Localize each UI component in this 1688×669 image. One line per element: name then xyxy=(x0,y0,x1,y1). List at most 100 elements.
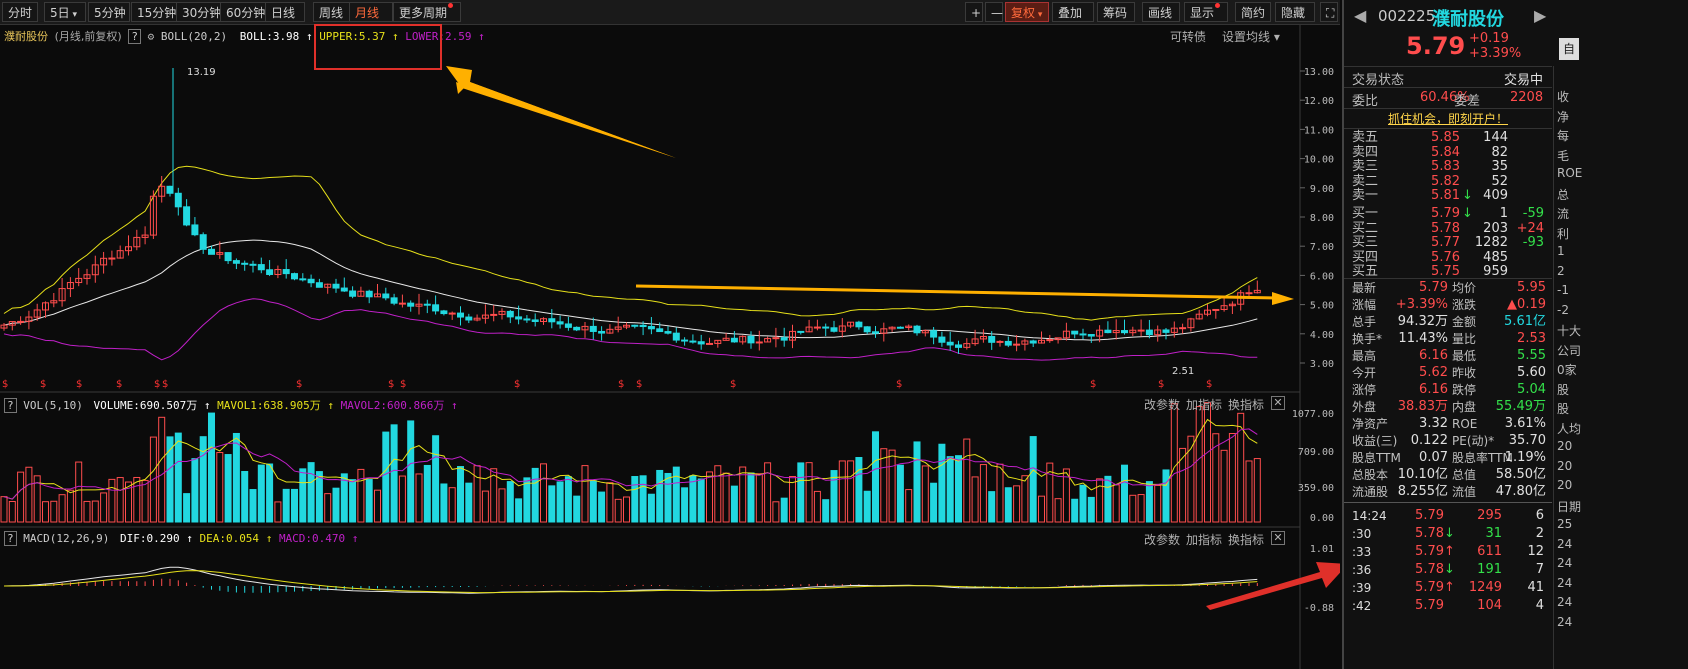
side-button[interactable]: 自 xyxy=(1559,38,1579,60)
period-button-8[interactable]: 月线 xyxy=(349,2,393,22)
period-button-0[interactable]: 分时 xyxy=(2,2,38,22)
bid-row[interactable]: 买三 5.77 1282 -93 xyxy=(1344,235,1552,251)
tool-button-7[interactable]: 简约 xyxy=(1235,2,1271,22)
tool-button-4[interactable]: 筹码 xyxy=(1097,2,1135,22)
candle-body xyxy=(407,302,415,307)
f10-label: 利 xyxy=(1557,226,1570,241)
help-icon[interactable]: ? xyxy=(128,29,141,44)
volume-bar xyxy=(1228,432,1236,523)
vol-add-indicator-button[interactable]: 加指标 xyxy=(1186,396,1222,413)
tool-button-2[interactable]: 复权 ▾ xyxy=(1005,2,1049,22)
ask-row[interactable]: 卖一 5.81 ↓ 409 xyxy=(1344,188,1552,204)
volume-bar xyxy=(921,465,929,523)
volume-bar xyxy=(1162,469,1170,523)
tick-row[interactable]: :42 5.79 104 4 xyxy=(1344,598,1552,614)
macd-switch-indicator-button[interactable]: 换指标 xyxy=(1228,531,1264,548)
price-axis-label: 3.00 xyxy=(1310,359,1334,370)
bid-row[interactable]: 买二 5.78 203 +24 xyxy=(1344,221,1552,237)
vol-switch-indicator-button[interactable]: 换指标 xyxy=(1228,396,1264,413)
dividend-marker-icon: $ xyxy=(636,379,642,390)
bid-row[interactable]: 买四 5.76 485 xyxy=(1344,250,1552,266)
kline-chart[interactable]: 13.00 12.00 11.00 10.00 9.00 8.00 7.00 6.00 5.00… xyxy=(0,25,1340,669)
candle-body xyxy=(315,282,323,288)
macd-add-indicator-button[interactable]: 加指标 xyxy=(1186,531,1222,548)
volume-bar xyxy=(697,478,705,523)
stat-row[interactable]: 总股本 10.10亿 总值 58.50亿 xyxy=(1344,467,1552,483)
tick-row[interactable]: 14:24 5.79 295 6 xyxy=(1344,508,1552,524)
stat-row[interactable]: 流通股 8.255亿 流值 47.80亿 xyxy=(1344,484,1552,500)
tool-button-9[interactable]: ⛶ xyxy=(1320,2,1338,22)
vol-edit-params-button[interactable]: 改参数 xyxy=(1144,396,1180,413)
macd-indicator-name[interactable]: MACD(12,26,9) xyxy=(23,532,109,545)
price-axis-label: 11.00 xyxy=(1304,125,1334,136)
tool-button-1[interactable]: — xyxy=(985,2,1003,22)
volume-bar xyxy=(415,473,423,523)
stat-row[interactable]: 股息TTM 0.07 股息率TTM 1.19% xyxy=(1344,450,1552,466)
volume-bar xyxy=(17,471,25,523)
stat-row[interactable]: 涨幅 +3.39% 涨跌 ▲0.19 xyxy=(1344,297,1552,313)
stat-row[interactable]: 涨停 6.16 跌停 5.04 xyxy=(1344,382,1552,398)
candle-body xyxy=(432,304,440,312)
stat-row[interactable]: 净资产 3.32 ROE 3.61% xyxy=(1344,416,1552,432)
gear-icon[interactable]: ⚙ xyxy=(148,30,155,43)
ask-row[interactable]: 卖二 5.82 52 xyxy=(1344,174,1552,190)
period-button-2[interactable]: 5分钟 xyxy=(88,2,130,22)
tool-button-6[interactable]: 显示 xyxy=(1184,2,1228,22)
period-button-7[interactable]: 周线 xyxy=(313,2,351,22)
close-icon[interactable]: ✕ xyxy=(1271,396,1285,410)
tick-row[interactable]: :30 5.78 ↓ 31 2 xyxy=(1344,526,1552,542)
volume-bar xyxy=(42,501,49,523)
volume-bar xyxy=(838,460,846,523)
set-ma-link[interactable]: 设置均线 ▾ xyxy=(1222,28,1280,45)
candle-body xyxy=(681,339,689,342)
period-button-3[interactable]: 15分钟 xyxy=(131,2,181,22)
convertible-bond-link[interactable]: 可转债 xyxy=(1170,28,1206,45)
period-button-6[interactable]: 日线 xyxy=(265,2,305,22)
volume-bar xyxy=(581,465,589,523)
tool-button-0[interactable]: + xyxy=(965,2,983,22)
stat-row[interactable]: 今开 5.62 昨收 5.60 xyxy=(1344,365,1552,381)
back-chevron-icon[interactable]: ◀ xyxy=(1354,6,1366,25)
ask-row[interactable]: 卖四 5.84 82 xyxy=(1344,145,1552,161)
f10-label: 20 xyxy=(1557,439,1573,453)
vol-indicator-name[interactable]: VOL(5,10) xyxy=(23,399,83,412)
open-account-promo-link[interactable]: 抓住机会，即刻开户！ xyxy=(1388,110,1508,127)
tick-row[interactable]: :39 5.79 ↑ 1249 41 xyxy=(1344,580,1552,596)
stock-name-label: 濮耐股份 xyxy=(4,30,48,43)
tool-button-5[interactable]: 画线 xyxy=(1142,2,1180,22)
help-icon[interactable]: ? xyxy=(4,531,17,546)
ask-row[interactable]: 卖三 5.83 35 xyxy=(1344,159,1552,175)
stat-row[interactable]: 最新 5.79 均价 5.95 xyxy=(1344,280,1552,296)
macd-edit-params-button[interactable]: 改参数 xyxy=(1144,531,1180,548)
price-axis-label: 4.00 xyxy=(1310,330,1334,341)
stat-row[interactable]: 总手 94.32万 金额 5.61亿 xyxy=(1344,314,1552,330)
candle-body xyxy=(523,318,531,321)
f10-label: 20 xyxy=(1557,458,1573,473)
tick-row[interactable]: :33 5.79 ↑ 611 12 xyxy=(1344,544,1552,560)
period-button-5[interactable]: 60分钟 xyxy=(220,2,270,22)
bid-row[interactable]: 买一 5.79 ↓ 1 -59 xyxy=(1344,206,1552,222)
period-button-4[interactable]: 30分钟 xyxy=(176,2,226,22)
dea-value: DEA:0.054 xyxy=(199,532,260,545)
tick-row[interactable]: :36 5.78 ↓ 191 7 xyxy=(1344,562,1552,578)
boll-indicator-name[interactable]: BOLL(20,2) xyxy=(161,30,227,43)
forward-chevron-icon[interactable]: ▶ xyxy=(1534,6,1546,25)
annotation-trend-line xyxy=(635,284,1281,300)
close-icon[interactable]: ✕ xyxy=(1271,531,1285,545)
stat-row[interactable]: 最高 6.16 最低 5.55 xyxy=(1344,348,1552,364)
stat-row[interactable]: 收益(三) 0.122 PE(动)* 35.70 xyxy=(1344,433,1552,449)
help-icon[interactable]: ? xyxy=(4,398,17,413)
period-button-9[interactable]: 更多周期 xyxy=(393,2,461,22)
stat-row[interactable]: 换手* 11.43% 量比 2.53 xyxy=(1344,331,1552,347)
trade-status-label: 交易状态 xyxy=(1352,73,1405,88)
ask-row[interactable]: 卖五 5.85 144 xyxy=(1344,130,1552,146)
candle-body xyxy=(664,331,672,334)
stat-row[interactable]: 外盘 38.83万 内盘 55.49万 xyxy=(1344,399,1552,415)
candle-body xyxy=(1013,343,1021,346)
tool-button-3[interactable]: 叠加 xyxy=(1052,2,1094,22)
candle-body xyxy=(1004,340,1012,346)
period-button-1[interactable]: 5日 ▾ xyxy=(44,2,86,22)
tool-button-8[interactable]: 隐藏 xyxy=(1275,2,1315,22)
candle-body xyxy=(813,326,821,329)
dividend-marker-icon: $ xyxy=(76,379,82,390)
